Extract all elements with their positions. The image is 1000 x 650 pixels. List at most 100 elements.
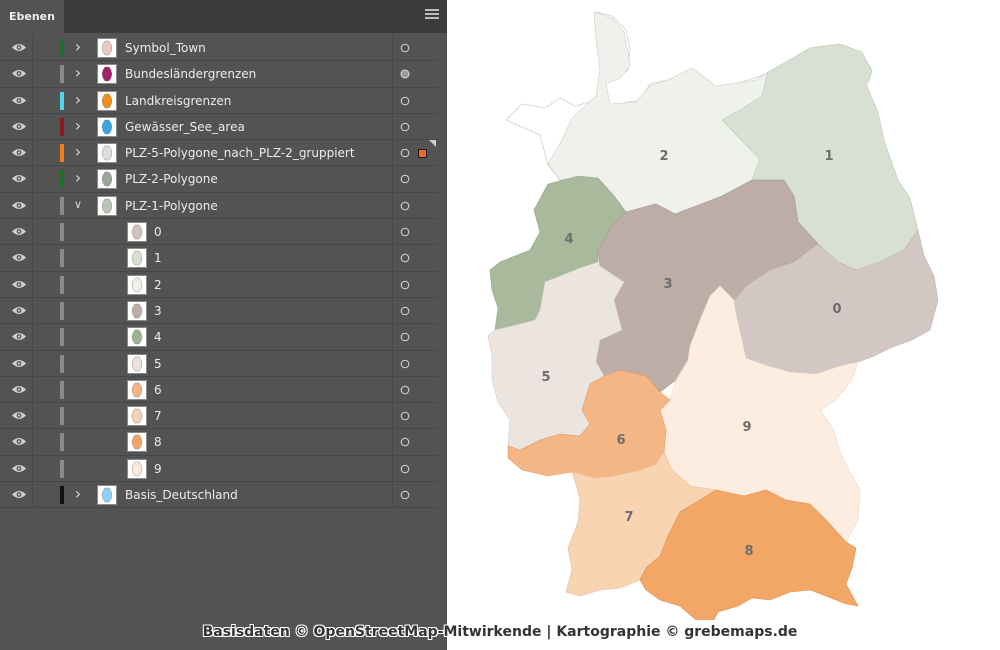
layer-name[interactable]: 5 [154,351,162,377]
layer-row[interactable]: 8 [0,429,438,456]
visibility-eye-icon[interactable] [11,489,27,500]
layer-thumbnail [127,327,147,348]
layer-row[interactable]: 3 [0,297,438,325]
layer-thumbnail [97,169,117,190]
target-circle-icon[interactable] [400,43,410,53]
target-circle-icon[interactable] [400,332,410,342]
lock-column-divider [32,245,33,271]
hamburger-menu-icon[interactable] [425,9,439,23]
layer-row[interactable]: 6 [0,376,438,404]
layer-color-swatch [60,275,64,294]
layer-row[interactable]: 2 [0,271,438,298]
chevron-right-icon[interactable]: › [72,170,84,186]
chevron-down-icon[interactable]: ∨ [72,198,84,212]
chevron-right-icon[interactable]: › [72,65,84,81]
selection-indicator-icon[interactable] [418,149,427,159]
visibility-eye-icon[interactable] [11,173,27,184]
chevron-right-icon[interactable]: › [72,117,84,133]
visibility-eye-icon[interactable] [11,226,27,237]
chevron-right-icon[interactable]: › [72,91,84,107]
target-circle-icon[interactable] [400,122,410,132]
visibility-eye-icon[interactable] [11,305,27,316]
layer-name[interactable]: 2 [154,272,162,298]
chevron-right-icon[interactable]: › [72,144,84,160]
target-circle-icon[interactable] [400,280,410,290]
visibility-eye-icon[interactable] [11,331,27,342]
target-circle-icon[interactable] [400,174,410,184]
visibility-eye-icon[interactable] [11,463,27,474]
target-circle-icon[interactable] [400,306,410,316]
target-circle-icon[interactable] [400,437,410,447]
attribution-credit: Basisdaten © OpenStreetMap-Mitwirkende |… [202,624,798,640]
layer-row[interactable]: › PLZ-5-Polygone_nach_PLZ-2_gruppiert [0,140,438,167]
target-circle-icon[interactable] [400,411,410,421]
layer-row[interactable]: 9 [0,455,438,483]
layer-color-swatch [60,249,64,268]
target-circle-icon[interactable] [400,148,410,158]
visibility-eye-icon[interactable] [11,358,27,369]
chevron-right-icon[interactable]: › [72,486,84,502]
visibility-eye-icon[interactable] [11,121,27,132]
target-circle-icon[interactable] [400,385,410,395]
layer-thumbnail [97,90,117,111]
layer-name[interactable]: PLZ-5-Polygone_nach_PLZ-2_gruppiert [125,140,355,166]
visibility-eye-icon[interactable] [11,384,27,395]
layer-name[interactable]: 1 [154,245,162,271]
layer-row[interactable]: › PLZ-2-Polygone [0,166,438,193]
layer-row[interactable]: 5 [0,350,438,377]
visibility-eye-icon[interactable] [11,436,27,447]
visibility-eye-icon[interactable] [11,200,27,211]
layer-row[interactable]: › Symbol_Town [0,35,438,62]
layer-name[interactable]: 4 [154,324,162,350]
target-circle-icon[interactable] [400,201,410,211]
layer-row[interactable]: › Landkreisgrenzen [0,87,438,114]
layer-row[interactable]: 0 [0,219,438,246]
visibility-eye-icon[interactable] [11,68,27,79]
target-circle-icon[interactable] [400,96,410,106]
layer-row[interactable]: 7 [0,403,438,430]
layer-name[interactable]: PLZ-2-Polygone [125,166,218,192]
layer-name[interactable]: 7 [154,403,162,429]
layer-name[interactable]: 6 [154,377,162,403]
visibility-eye-icon[interactable] [11,147,27,158]
layer-name[interactable]: PLZ-1-Polygone [125,193,218,219]
layer-color-swatch [60,144,64,163]
target-circle-icon[interactable] [400,464,410,474]
target-circle-icon[interactable] [400,69,410,79]
layer-row[interactable]: › Bundesländergrenzen [0,61,438,88]
visibility-eye-icon[interactable] [11,279,27,290]
layer-row[interactable]: › Gewässer_See_area [0,113,438,141]
visibility-eye-icon[interactable] [11,42,27,53]
target-column-divider [392,35,393,61]
layer-name[interactable]: Gewässer_See_area [125,114,245,140]
chevron-right-icon[interactable]: › [72,39,84,55]
layer-thumbnail-map-icon [131,356,143,371]
lock-column-divider [32,113,33,140]
layer-name[interactable]: 9 [154,456,162,482]
layer-row[interactable]: 4 [0,324,438,351]
target-circle-icon[interactable] [400,227,410,237]
layer-name[interactable]: Landkreisgrenzen [125,88,231,114]
layer-name[interactable]: Symbol_Town [125,35,206,61]
layer-name[interactable]: 8 [154,429,162,455]
lock-column-divider [32,376,33,403]
target-circle-icon[interactable] [400,359,410,369]
layer-name[interactable]: 0 [154,219,162,245]
visibility-eye-icon[interactable] [11,95,27,106]
layer-row[interactable]: ∨ PLZ-1-Polygone [0,192,438,220]
target-circle-icon[interactable] [400,490,410,500]
region-label-2: 2 [659,149,668,164]
tab-ebenen[interactable]: Ebenen [0,0,64,33]
target-circle-icon[interactable] [400,253,410,263]
layer-name[interactable]: Basis_Deutschland [125,482,238,508]
lock-column-divider [32,61,33,87]
layer-row[interactable]: › Basis_Deutschland [0,482,438,509]
layer-row[interactable]: 1 [0,245,438,272]
layer-thumbnail [97,195,117,216]
visibility-eye-icon[interactable] [11,410,27,421]
lock-column-divider [32,403,33,429]
layer-name[interactable]: 3 [154,298,162,324]
target-column-divider [392,140,393,166]
visibility-eye-icon[interactable] [11,252,27,263]
layer-name[interactable]: Bundesländergrenzen [125,61,256,87]
